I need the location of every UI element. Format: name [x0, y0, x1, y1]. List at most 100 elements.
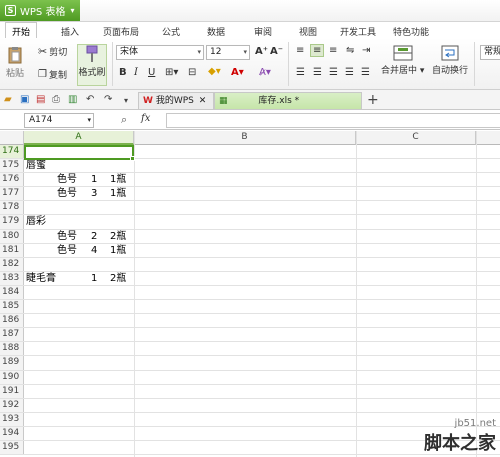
text-orientation-icon[interactable]: ⇋: [346, 45, 354, 56]
merge-center-button[interactable]: 合并居中 ▾: [381, 45, 424, 76]
row-header[interactable]: 195: [0, 440, 24, 455]
column-header-d[interactable]: [476, 131, 500, 145]
formula-input[interactable]: [166, 113, 500, 128]
cell-text[interactable]: 色号: [57, 244, 77, 257]
tab-formulas[interactable]: 公式: [162, 25, 180, 38]
print-preview-icon[interactable]: ▥: [68, 94, 77, 105]
tab-view[interactable]: 视图: [299, 25, 317, 38]
fill-handle[interactable]: [130, 156, 135, 161]
tab-special[interactable]: 特色功能: [393, 25, 429, 38]
doc-tab-file[interactable]: ▦ 库存.xls *: [214, 92, 362, 109]
row-header[interactable]: 174: [0, 145, 24, 159]
row-header[interactable]: 184: [0, 285, 24, 300]
borders-icon[interactable]: ⊞▾: [165, 67, 178, 78]
row-header[interactable]: 192: [0, 398, 24, 412]
export-pdf-icon[interactable]: ▤: [36, 94, 45, 105]
name-box[interactable]: A174 ▾: [24, 113, 94, 128]
align-center-icon[interactable]: ☰: [313, 67, 322, 78]
row-header[interactable]: 178: [0, 201, 24, 215]
cell-text[interactable]: 色号: [57, 230, 77, 243]
tab-insert[interactable]: 插入: [61, 25, 79, 38]
format-painter-button[interactable]: 格式刷: [77, 44, 107, 86]
close-icon[interactable]: ✕: [199, 96, 207, 106]
select-all-corner[interactable]: [0, 131, 24, 145]
cell-text[interactable]: 1瓶: [110, 244, 126, 257]
copy-button[interactable]: ❐ 复制: [38, 68, 67, 81]
cell-text[interactable]: 1: [91, 272, 97, 285]
cut-button[interactable]: ✂ 剪切: [38, 45, 67, 58]
underline-icon[interactable]: U: [148, 67, 155, 78]
cell-text[interactable]: 1瓶: [110, 187, 126, 200]
cell-text[interactable]: 2瓶: [110, 230, 126, 243]
row-header[interactable]: 189: [0, 356, 24, 370]
row-header[interactable]: 181: [0, 243, 24, 257]
zoom-search-icon[interactable]: ⌕: [121, 113, 127, 127]
cell-text[interactable]: 色号: [57, 173, 77, 186]
align-middle-icon[interactable]: ≡: [310, 44, 325, 57]
row-header[interactable]: 176: [0, 173, 24, 187]
fill-color-icon[interactable]: ◆▾: [208, 66, 221, 77]
undo-icon[interactable]: ↶: [86, 94, 94, 105]
tab-data[interactable]: 数据: [207, 25, 225, 38]
grow-font-icon[interactable]: A⁺: [255, 46, 268, 57]
cell-text[interactable]: 唇蜜: [26, 159, 46, 172]
open-folder-icon[interactable]: ▰: [4, 94, 12, 105]
shrink-font-icon[interactable]: A⁻: [270, 46, 283, 57]
distributed-icon[interactable]: ☰: [361, 67, 370, 78]
justify-icon[interactable]: ☰: [345, 67, 354, 78]
fx-icon[interactable]: fx: [141, 113, 150, 124]
align-top-icon[interactable]: ≡: [296, 45, 304, 56]
new-tab-plus-icon[interactable]: +: [367, 92, 379, 108]
active-cell-a174[interactable]: [24, 145, 135, 161]
paste-button[interactable]: 粘贴: [6, 46, 24, 79]
cell-text[interactable]: 1: [91, 173, 97, 186]
column-header-c[interactable]: C: [356, 131, 476, 145]
bold-icon[interactable]: B: [119, 67, 127, 78]
quick-access-more-icon[interactable]: ▾: [124, 96, 128, 105]
cell-text[interactable]: 1瓶: [110, 173, 126, 186]
row-header[interactable]: 179: [0, 215, 24, 229]
italic-icon[interactable]: I: [134, 67, 138, 78]
font-color-icon[interactable]: A▾: [231, 67, 244, 78]
row-header[interactable]: 188: [0, 342, 24, 356]
clear-format-icon[interactable]: A̷▾: [259, 67, 271, 78]
merge-cells-icon[interactable]: ⊟: [188, 67, 196, 78]
row-header[interactable]: 187: [0, 328, 24, 342]
column-header-b[interactable]: B: [134, 131, 356, 145]
save-icon[interactable]: ▣: [20, 94, 29, 105]
tab-developer[interactable]: 开发工具: [340, 25, 376, 38]
cell-text[interactable]: 睫毛膏: [26, 272, 56, 285]
font-name-select[interactable]: 宋体 ▾: [116, 45, 204, 60]
tab-page-layout[interactable]: 页面布局: [103, 25, 139, 38]
align-left-icon[interactable]: ☰: [296, 67, 305, 78]
font-size-select[interactable]: 12 ▾: [206, 45, 250, 60]
row-header[interactable]: 193: [0, 412, 24, 426]
align-right-icon[interactable]: ☰: [329, 67, 338, 78]
row-header[interactable]: 182: [0, 257, 24, 271]
number-format-select[interactable]: 常规: [480, 45, 500, 60]
row-header[interactable]: 177: [0, 187, 24, 201]
row-header[interactable]: 180: [0, 229, 24, 243]
column-header-a[interactable]: A: [24, 131, 134, 145]
redo-icon[interactable]: ↷: [104, 94, 112, 105]
cell-text[interactable]: 唇彩: [26, 215, 46, 228]
doc-tab-my-wps[interactable]: W 我的WPS ✕: [138, 92, 214, 109]
app-menu-button[interactable]: S WPS 表格 ▾: [0, 0, 80, 21]
row-header[interactable]: 175: [0, 159, 24, 173]
row-header[interactable]: 194: [0, 426, 24, 440]
tab-home[interactable]: 开始: [5, 22, 38, 38]
row-header[interactable]: 190: [0, 370, 24, 384]
cell-text[interactable]: 色号: [57, 187, 77, 200]
row-header[interactable]: 191: [0, 384, 24, 398]
print-icon[interactable]: ⎙: [52, 94, 60, 105]
cell-text[interactable]: 3: [91, 187, 97, 200]
tab-review[interactable]: 审阅: [254, 25, 272, 38]
wrap-icon[interactable]: ⇥: [362, 45, 370, 56]
cell-text[interactable]: 2瓶: [110, 272, 126, 285]
row-header[interactable]: 186: [0, 314, 24, 328]
row-header[interactable]: 185: [0, 300, 24, 314]
wrap-text-button[interactable]: 自动换行: [432, 45, 468, 76]
align-bottom-icon[interactable]: ≡: [329, 45, 337, 56]
cell-text[interactable]: 2: [91, 230, 97, 243]
row-header[interactable]: 183: [0, 271, 24, 285]
